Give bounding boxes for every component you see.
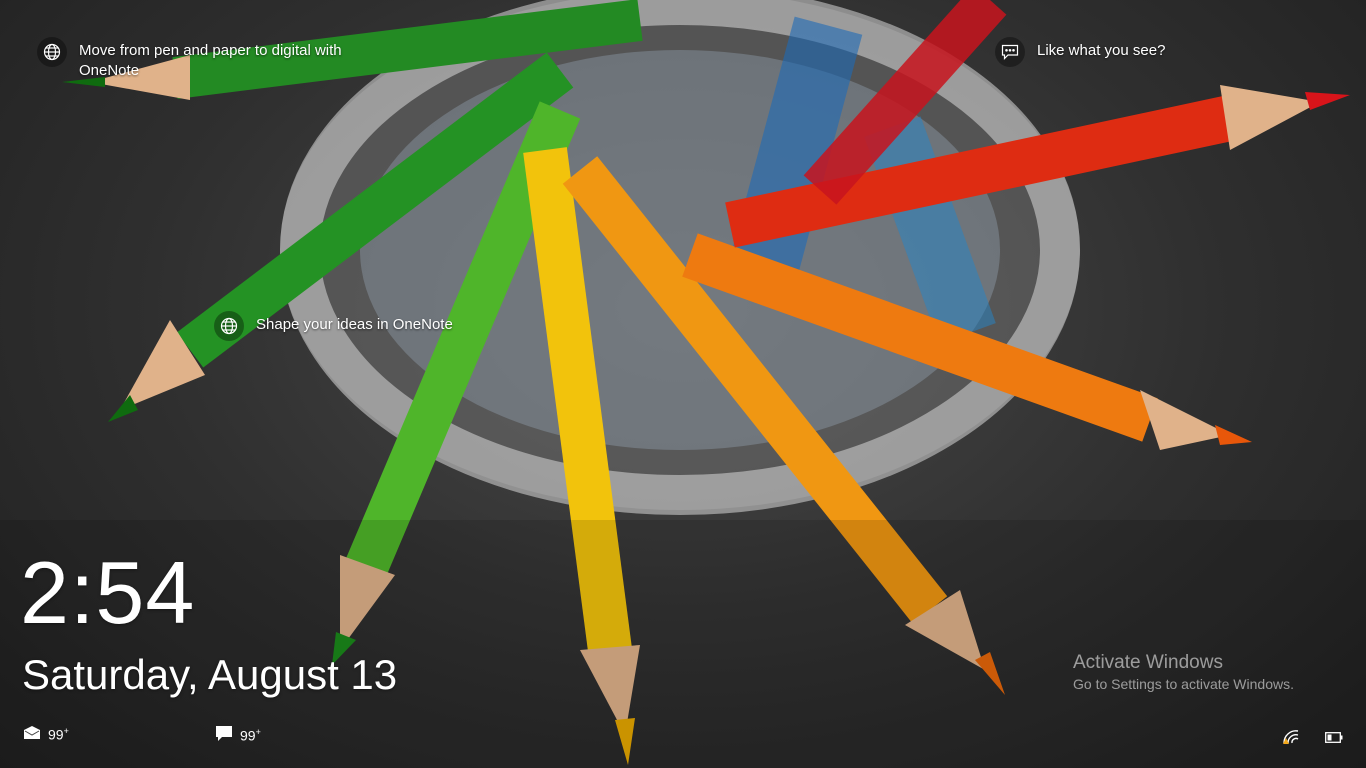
chat-icon xyxy=(995,37,1025,67)
mail-count-suffix: + xyxy=(63,726,69,736)
battery-icon[interactable] xyxy=(1324,727,1344,747)
spotlight-top-left[interactable]: Move from pen and paper to digital with … xyxy=(37,37,369,81)
lock-clock: 2:54 xyxy=(20,543,196,642)
watermark-title: Activate Windows xyxy=(1073,652,1223,673)
spotlight-like-what-you-see[interactable]: Like what you see? xyxy=(995,37,1165,67)
spotlight-middle[interactable]: Shape your ideas in OneNote xyxy=(214,311,453,341)
mail-count: 99 xyxy=(48,726,64,743)
spotlight-top-left-text: Move from pen and paper to digital with … xyxy=(79,42,342,79)
lock-screen[interactable]: Move from pen and paper to digital with … xyxy=(0,0,1366,768)
watermark-subtitle: Go to Settings to activate Windows. xyxy=(1073,676,1294,692)
spotlight-like-text: Like what you see? xyxy=(1037,42,1166,59)
mail-icon xyxy=(24,726,40,742)
lock-date: Saturday, August 13 xyxy=(22,651,398,698)
mail-badge[interactable]: 99+ xyxy=(24,726,69,743)
globe-icon xyxy=(214,311,244,341)
globe-icon xyxy=(37,37,67,67)
spotlight-middle-text: Shape your ideas in OneNote xyxy=(256,316,453,333)
activate-windows-watermark: Activate Windows Go to Settings to activ… xyxy=(1073,652,1294,694)
messages-count: 99 xyxy=(240,727,256,744)
messages-badge[interactable]: 99+ xyxy=(216,726,261,744)
network-icon[interactable] xyxy=(1281,727,1301,747)
messages-count-suffix: + xyxy=(255,726,261,737)
message-icon xyxy=(216,726,232,744)
